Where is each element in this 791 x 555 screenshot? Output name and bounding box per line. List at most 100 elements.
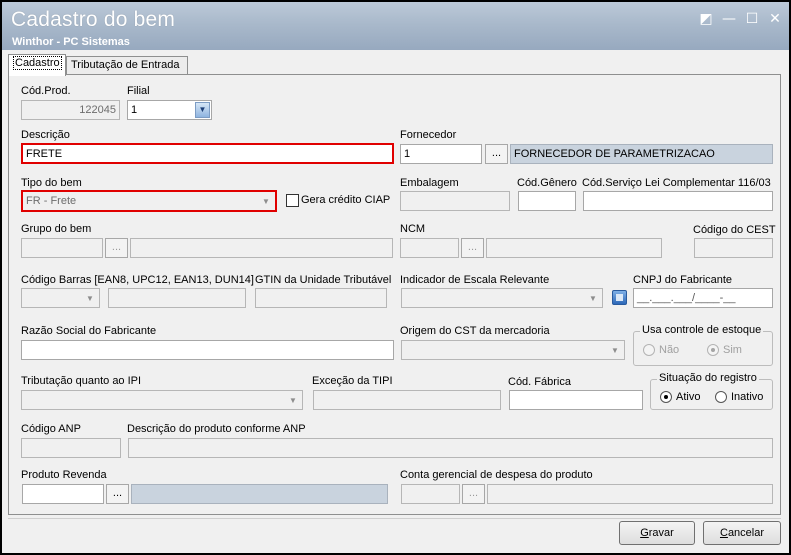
gravar-label: ravar	[648, 527, 674, 539]
fornecedor-label: Fornecedor	[400, 129, 457, 141]
produto-revenda-label: Produto Revenda	[21, 469, 107, 481]
fornecedor-lookup-button[interactable]: ...	[485, 144, 508, 164]
codigo-anp-field	[21, 438, 121, 458]
situacao-registro-title: Situação do registro	[657, 372, 759, 384]
produto-revenda-lookup-button[interactable]: ...	[106, 484, 129, 504]
controle-estoque-group: Usa controle de estoque Não Sim	[633, 324, 773, 366]
title-bar[interactable]: Cadastro do bem Winthor - PC Sistemas ◩ …	[2, 2, 789, 50]
gravar-accel: G	[640, 527, 649, 539]
maximize-icon[interactable]: ☐	[743, 10, 761, 28]
gera-credito-checkbox[interactable]	[286, 194, 299, 207]
ncm-lookup-button[interactable]: ...	[461, 238, 484, 258]
controle-estoque-sim-radio[interactable]	[707, 344, 719, 356]
indicador-escala-select[interactable]: ▼	[401, 288, 603, 308]
chevron-down-icon[interactable]: ▼	[608, 344, 622, 357]
conta-gerencial-name-field	[487, 484, 773, 504]
produto-revenda-code-input[interactable]	[22, 484, 104, 504]
indicador-escala-label: Indicador de Escala Relevante	[400, 274, 550, 286]
chevron-down-icon[interactable]: ▼	[195, 102, 210, 118]
origem-cst-label: Origem do CST da mercadoria	[400, 325, 550, 337]
close-icon[interactable]: ✕	[766, 10, 784, 28]
descricao-input[interactable]: FRETE	[21, 143, 394, 164]
cod-genero-input[interactable]	[518, 191, 576, 211]
cod-servico-label: Cód.Serviço Lei Complementar 116/03	[582, 177, 771, 189]
grupo-bem-lookup-button[interactable]: ...	[105, 238, 128, 258]
cod-fabrica-label: Cód. Fábrica	[508, 376, 571, 388]
origem-cst-select[interactable]: ▼	[401, 340, 625, 360]
codigo-cest-label: Código do CEST	[693, 224, 776, 236]
descricao-label: Descrição	[21, 129, 70, 141]
codigo-cest-field	[694, 238, 773, 258]
tipo-bem-label: Tipo do bem	[21, 177, 82, 189]
conta-gerencial-code-field	[401, 484, 460, 504]
cod-servico-input[interactable]	[583, 191, 773, 211]
tributacao-ipi-label: Tributação quanto ao IPI	[21, 375, 142, 387]
cod-prod-field: 122045	[21, 100, 120, 120]
window-title: Cadastro do bem	[11, 8, 176, 31]
situacao-ativo-radio[interactable]	[660, 391, 672, 403]
filial-value: 1	[131, 104, 138, 116]
situacao-ativo-label: Ativo	[676, 391, 701, 403]
ncm-name-field	[486, 238, 662, 258]
controle-estoque-nao-label: Não	[659, 344, 680, 356]
descricao-anp-field	[128, 438, 773, 458]
tab-tributacao-entrada[interactable]: Tributação de Entrada	[66, 56, 188, 75]
codigo-barras-type-select[interactable]: ▼	[21, 288, 100, 308]
grupo-bem-code-field	[21, 238, 103, 258]
situacao-inativo-radio[interactable]	[715, 391, 727, 403]
tab-cadastro-label: Cadastro	[13, 56, 62, 70]
ncm-code-field	[400, 238, 459, 258]
minimize-icon[interactable]: —	[720, 10, 738, 28]
cod-prod-label: Cód.Prod.	[21, 85, 71, 97]
cod-genero-label: Cód.Gênero	[517, 177, 577, 189]
footer-divider	[8, 518, 781, 519]
tributacao-ipi-select[interactable]: ▼	[21, 390, 303, 410]
grupo-bem-name-field	[130, 238, 393, 258]
razao-social-input[interactable]	[21, 340, 394, 360]
cnpj-fabricante-input[interactable]: __.___.___/____-__	[633, 288, 773, 308]
excecao-tipi-label: Exceção da TIPI	[312, 375, 393, 387]
codigo-anp-label: Código ANP	[21, 423, 81, 435]
cnpj-fabricante-label: CNPJ do Fabricante	[633, 274, 733, 286]
situacao-registro-group: Situação do registro Ativo Inativo	[650, 372, 773, 410]
gravar-button[interactable]: Gravar	[619, 521, 695, 545]
restore-icon[interactable]: ◩	[697, 10, 715, 28]
controle-estoque-nao-radio[interactable]	[643, 344, 655, 356]
controle-estoque-title: Usa controle de estoque	[640, 324, 764, 336]
grupo-bem-label: Grupo do bem	[21, 223, 92, 235]
descricao-anp-label: Descrição do produto conforme ANP	[127, 423, 306, 435]
fornecedor-code-input[interactable]: 1	[400, 144, 482, 164]
chevron-down-icon[interactable]: ▼	[83, 292, 97, 305]
situacao-inativo-label: Inativo	[731, 391, 764, 403]
chevron-down-icon[interactable]: ▼	[586, 292, 600, 305]
razao-social-label: Razão Social do Fabricante	[21, 325, 157, 337]
cancelar-button[interactable]: Cancelar	[703, 521, 781, 545]
window-subtitle: Winthor - PC Sistemas	[12, 36, 130, 48]
gtin-label: GTIN da Unidade Tributável	[255, 274, 392, 286]
embalagem-field	[400, 191, 510, 211]
chevron-down-icon[interactable]: ▼	[286, 394, 300, 407]
cancelar-label: ancelar	[727, 527, 765, 539]
produto-revenda-name-field	[131, 484, 388, 504]
info-list-icon[interactable]	[612, 290, 627, 305]
chevron-down-icon[interactable]: ▼	[259, 195, 273, 208]
fornecedor-name-field: FORNECEDOR DE PARAMETRIZACAO	[510, 144, 773, 164]
codigo-barras-label: Código Barras [EAN8, UPC12, EAN13, DUN14…	[21, 274, 254, 286]
ncm-label: NCM	[400, 223, 426, 235]
embalagem-label: Embalagem	[400, 177, 459, 189]
cancelar-accel: C	[719, 527, 728, 539]
filial-select[interactable]: 1 ▼	[127, 100, 212, 120]
conta-gerencial-lookup-button[interactable]: ...	[462, 484, 485, 504]
tab-cadastro[interactable]: Cadastro	[8, 54, 66, 76]
client-area: Cadastro Tributação de Entrada Cód.Prod.…	[2, 50, 789, 553]
filial-label: Filial	[127, 85, 150, 97]
conta-gerencial-label: Conta gerencial de despesa do produto	[400, 469, 593, 481]
tipo-bem-value: FR - Frete	[26, 195, 77, 207]
gtin-field	[255, 288, 387, 308]
tipo-bem-select[interactable]: FR - Frete ▼	[21, 190, 277, 212]
cadastro-panel: Cód.Prod. 122045 Filial 1 ▼ Descrição FR…	[8, 74, 781, 515]
controle-estoque-sim-label: Sim	[723, 344, 742, 356]
cod-fabrica-input[interactable]	[509, 390, 643, 410]
codigo-barras-field	[108, 288, 246, 308]
gera-credito-label: Gera crédito CIAP	[301, 194, 391, 206]
